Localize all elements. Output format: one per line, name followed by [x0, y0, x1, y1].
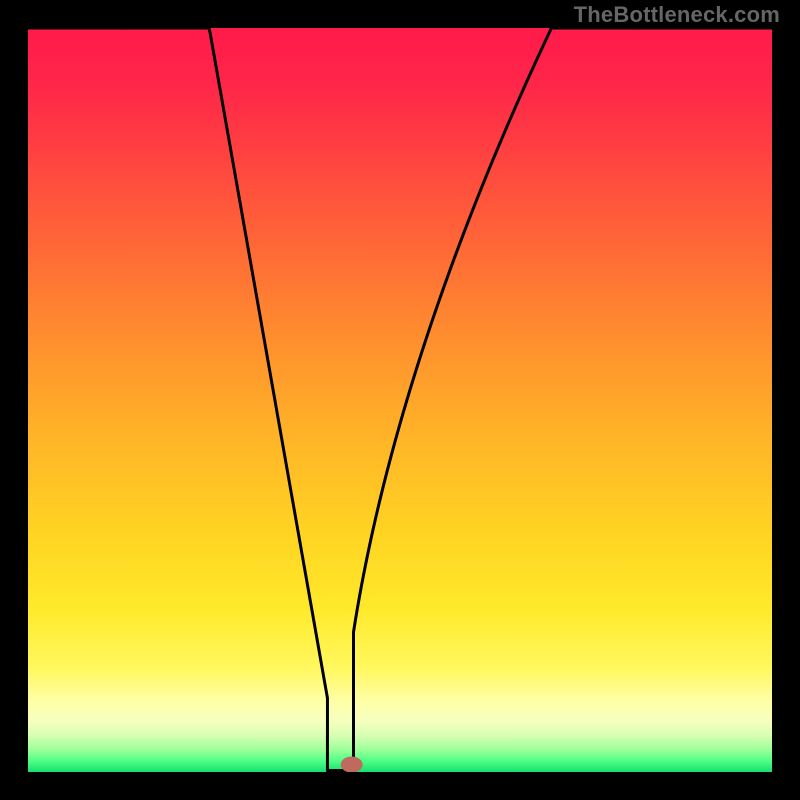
bottleneck-chart: [28, 28, 772, 772]
plot-area: [28, 28, 772, 772]
chart-frame: TheBottleneck.com: [0, 0, 800, 800]
optimum-marker: [341, 757, 363, 772]
watermark-text: TheBottleneck.com: [574, 2, 780, 28]
gradient-background: [28, 28, 772, 772]
